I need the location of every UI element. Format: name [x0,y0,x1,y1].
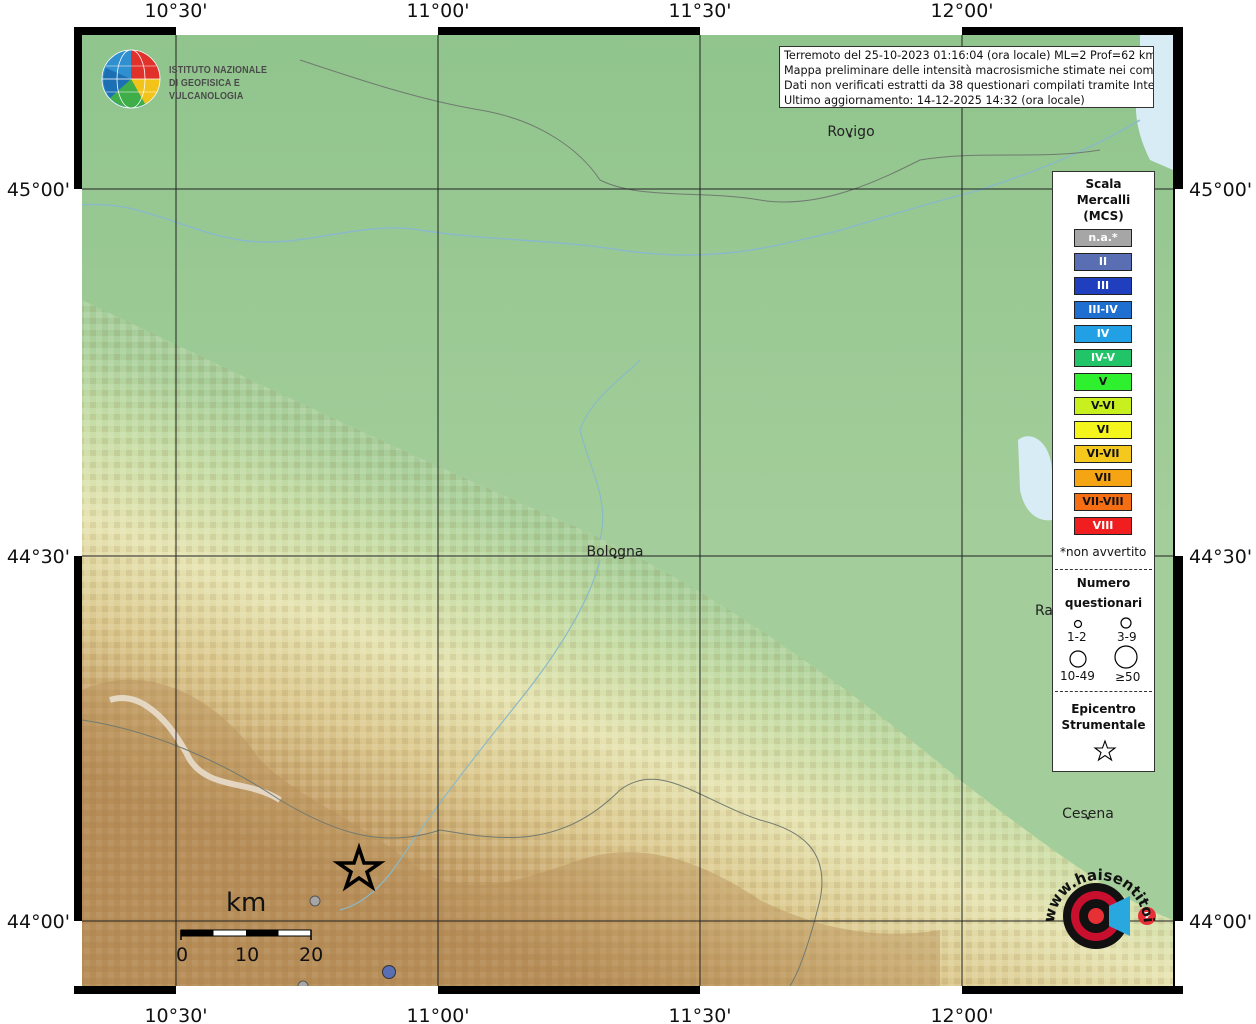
logo-text-line2: DI GEOFISICA E VULCANOLOGIA [169,77,244,102]
intensity-swatch: n.a.* [1074,229,1132,247]
globe-icon [101,49,161,109]
latitude-labels-right: 45°00' 44°30' 44°00' [1189,179,1252,933]
event-info-box: Terremoto del 25-10-2023 01:16:04 (ora l… [779,46,1154,108]
city-label-ravenna: Ra [1035,603,1053,619]
scale-label: 10 [235,944,260,966]
scale-label: 0 [176,944,189,966]
scale-label: 20 [299,944,324,966]
svg-text:44°30': 44°30' [7,546,70,568]
city-label-bologna: Bologna [587,544,644,560]
epicenter-legend-star-icon [1093,739,1117,762]
intensity-swatch: V [1074,373,1132,391]
size-label: 10-49 [1060,669,1095,683]
epicenter-title: Strumentale [1061,718,1146,732]
haisentito-logo: ? www.haisentitoilterremoto.it [1026,836,1164,980]
epicenter-title: Epicentro [1071,702,1136,716]
svg-text:10°30': 10°30' [144,0,207,22]
svg-text:12°00': 12°00' [930,0,993,22]
event-info-line: Dati non verificati estratti da 38 quest… [784,79,1154,92]
legend-title-line: Mercalli [1076,193,1131,207]
intensity-swatch: VI [1074,421,1132,439]
svg-text:11°00': 11°00' [406,1005,469,1024]
svg-text:12°00': 12°00' [930,1005,993,1024]
intensity-swatch: II [1074,253,1132,271]
ingv-logo: ISTITUTO NAZIONALE DI GEOFISICA E VULCAN… [100,48,320,110]
svg-text:44°30': 44°30' [1189,546,1252,568]
event-info-line: Mappa preliminare delle intensità macros… [784,64,1154,77]
intensity-point-ii[interactable] [382,965,396,979]
event-info-line: Terremoto del 25-10-2023 01:16:04 (ora l… [784,49,1154,62]
intensity-swatch: V-VI [1074,397,1132,415]
svg-text:11°00': 11°00' [406,0,469,22]
svg-text:11°30': 11°30' [668,1005,731,1024]
intensity-swatch: VI-VII [1074,445,1132,463]
scale-unit: km [226,888,267,918]
svg-text:45°00': 45°00' [1189,179,1252,201]
size-circle-1-2 [1073,619,1083,629]
intensity-swatch: III [1074,277,1132,295]
intensity-legend: Scala Mercalli (MCS) n.a.* II III III-IV IV I… [1052,171,1155,772]
intensity-swatch: VII-VIII [1074,493,1132,511]
city-label-rovigo: Rovigo [827,124,874,140]
legend-title-line: (MCS) [1083,209,1124,223]
logo-text-line1: ISTITUTO NAZIONALE [169,64,268,76]
questionnaires-title: Numero [1076,576,1131,590]
scale-bar: km 0 10 20 [176,888,328,978]
intensity-swatch: VIII [1074,517,1132,535]
svg-text:11°30': 11°30' [668,0,731,22]
city-label-cesena: Cesena [1062,806,1114,822]
size-label: ≥50 [1115,670,1141,684]
questionnaires-title: questionari [1064,596,1143,610]
svg-text:10°30': 10°30' [144,1005,207,1024]
size-circle-50 [1114,645,1138,669]
svg-text:44°00': 44°00' [1189,911,1252,933]
intensity-swatch: IV [1074,325,1132,343]
not-felt-note: *non avvertito [1060,545,1147,559]
latitude-labels-left: 45°00' 44°30' 44°00' [7,179,70,933]
size-label: 1-2 [1067,630,1087,644]
longitude-labels-bottom: 10°30' 11°00' 11°30' 12°00' [144,1005,993,1024]
intensity-swatch: IV-V [1074,349,1132,367]
event-info-line: Ultimo aggiornamento: 14-12-2025 14:32 (… [784,94,1085,107]
size-circle-3-9 [1120,617,1132,629]
size-circle-10-49 [1069,650,1087,668]
intensity-swatch: VII [1074,469,1132,487]
svg-text:44°00': 44°00' [7,911,70,933]
intensity-swatch: III-IV [1074,301,1132,319]
longitude-labels-top: 10°30' 11°00' 11°30' 12°00' [144,0,993,22]
svg-text:45°00': 45°00' [7,179,70,201]
size-label: 3-9 [1117,630,1137,644]
legend-title-line: Scala [1085,177,1122,191]
